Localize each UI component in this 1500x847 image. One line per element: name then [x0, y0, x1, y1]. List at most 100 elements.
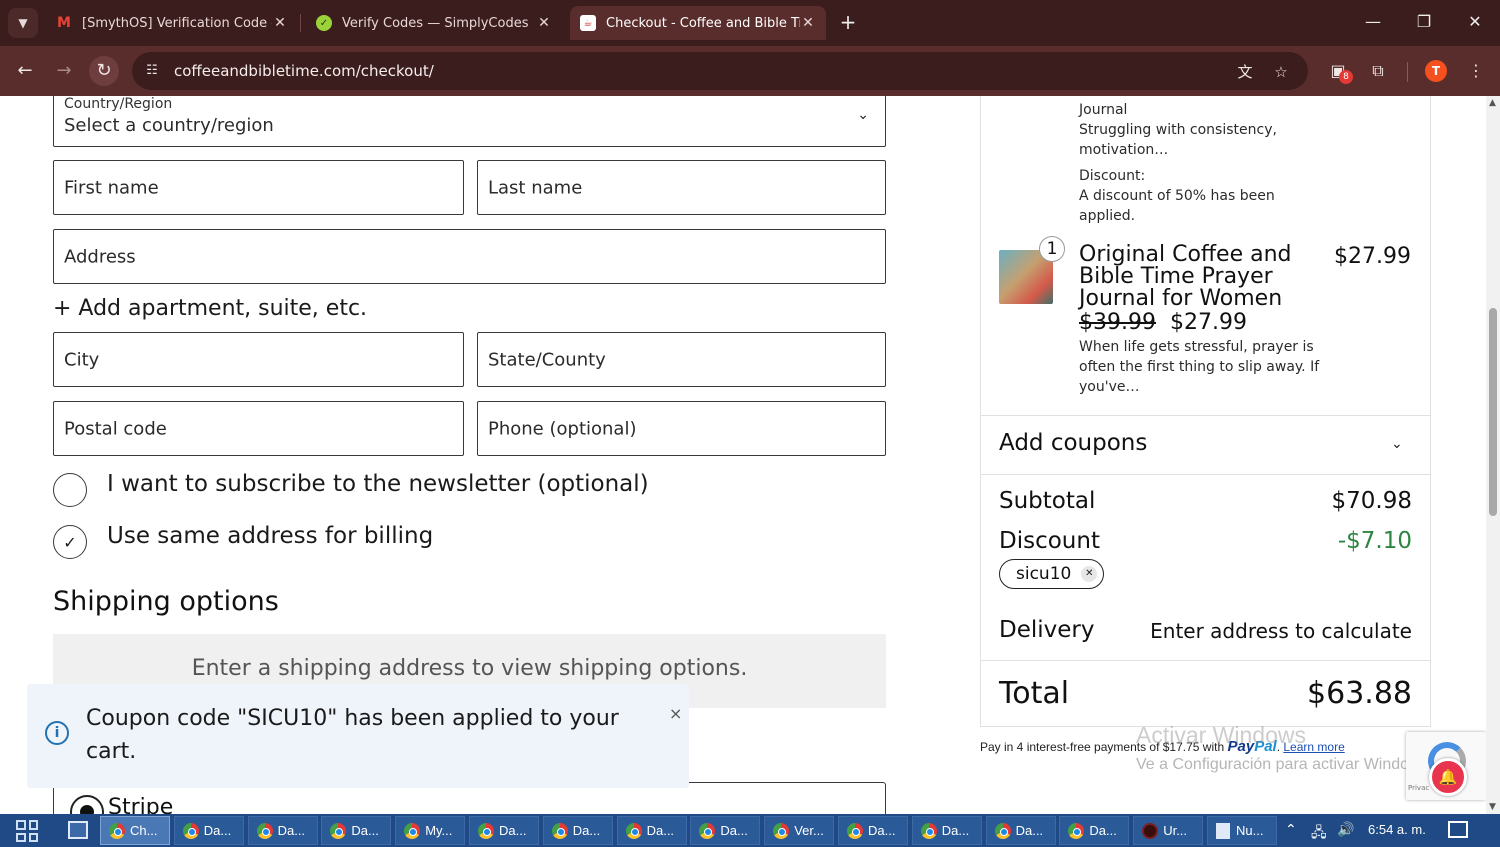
- taskbar-button[interactable]: Da...: [911, 816, 982, 845]
- action-center-icon[interactable]: [1448, 821, 1468, 838]
- extensions-button[interactable]: ⧉: [1365, 58, 1391, 84]
- star-icon[interactable]: ☆: [1270, 61, 1292, 83]
- taskbar-button[interactable]: Ur...: [1133, 816, 1204, 845]
- menu-button[interactable]: ⋮: [1463, 58, 1489, 84]
- browser-tab-bar: ▼ M [SmythOS] Verification Code - t ✕ ✓ …: [0, 0, 1500, 46]
- city-input[interactable]: City: [53, 332, 464, 387]
- order-summary: Journal Struggling with consistency, mot…: [980, 96, 1431, 727]
- site-info-icon[interactable]: ☷: [142, 61, 162, 81]
- first-name-placeholder: First name: [64, 177, 159, 198]
- close-window-button[interactable]: ✕: [1460, 10, 1490, 34]
- reload-icon: ↻: [96, 60, 112, 81]
- chevron-up-icon[interactable]: ⌃: [1285, 822, 1297, 838]
- newsletter-label[interactable]: I want to subscribe to the newsletter (o…: [107, 471, 649, 497]
- state-placeholder: State/County: [488, 349, 606, 370]
- tab-smythos-gmail[interactable]: M [SmythOS] Verification Code - t ✕: [46, 6, 298, 40]
- browser-toolbar: ← → ↻ ☷ coffeeandbibletime.com/checkout/…: [0, 46, 1500, 96]
- chrome-icon: [847, 822, 863, 839]
- reload-button[interactable]: ↻: [89, 56, 119, 86]
- address-bar[interactable]: ☷ coffeeandbibletime.com/checkout/ 文 ☆: [132, 52, 1308, 90]
- address-input[interactable]: Address: [53, 229, 886, 284]
- taskbar-button[interactable]: Da...: [838, 816, 908, 845]
- postal-code-input[interactable]: Postal code: [53, 401, 464, 456]
- windows-taskbar: Ch... Da... Da... Da... My... Da... Da... Da...…: [0, 814, 1500, 847]
- url-text[interactable]: coffeeandbibletime.com/checkout/: [174, 62, 434, 80]
- add-coupons-toggle[interactable]: Add coupons: [999, 430, 1147, 456]
- taskbar-button[interactable]: Ver...: [764, 816, 835, 845]
- back-button[interactable]: ←: [10, 56, 40, 86]
- phone-input[interactable]: Phone (optional): [477, 401, 886, 456]
- chevron-down-icon[interactable]: ⌄: [1391, 436, 1403, 452]
- windows-start-icon[interactable]: [16, 820, 38, 842]
- taskbar-button-label: Ch...: [130, 823, 158, 838]
- translate-icon[interactable]: 文: [1234, 61, 1256, 83]
- scroll-down-icon[interactable]: ▼: [1489, 802, 1496, 812]
- chrome-icon: [256, 822, 273, 839]
- profile-avatar[interactable]: T: [1425, 60, 1447, 82]
- close-icon[interactable]: ✕: [800, 15, 816, 31]
- first-name-input[interactable]: First name: [53, 160, 464, 215]
- volume-icon[interactable]: 🔊: [1337, 822, 1354, 838]
- address-placeholder: Address: [64, 246, 136, 267]
- taskbar-button[interactable]: Da...: [469, 816, 539, 845]
- newsletter-checkbox[interactable]: [53, 473, 87, 507]
- recaptcha-privacy-text[interactable]: Privac: [1408, 784, 1429, 792]
- minimize-button[interactable]: —: [1358, 10, 1388, 34]
- taskbar-button[interactable]: Da...: [690, 816, 761, 845]
- taskbar-button-label: Nu...: [1236, 823, 1264, 838]
- country-value: Select a country/region: [64, 115, 274, 136]
- taskbar-button-label: Da...: [1015, 823, 1044, 838]
- tab-simplycodes[interactable]: ✓ Verify Codes — SimplyCodes ✕: [306, 6, 562, 40]
- total-label: Total: [999, 676, 1070, 711]
- taskbar-button[interactable]: Da...: [1059, 816, 1130, 845]
- scroll-up-icon[interactable]: ▲: [1489, 98, 1496, 108]
- new-tab-button[interactable]: +: [836, 10, 860, 34]
- taskbar-button[interactable]: Da...: [173, 816, 244, 845]
- notification-bell-icon[interactable]: 🔔: [1429, 758, 1467, 796]
- discount-value: -$7.10: [1337, 528, 1412, 554]
- taskbar-button[interactable]: My...: [395, 816, 466, 845]
- divider: [981, 415, 1430, 416]
- taskbar-button[interactable]: Da...: [985, 816, 1056, 845]
- taskbar-button-label: Da...: [646, 823, 675, 838]
- tab-search-button[interactable]: ▼: [8, 8, 38, 38]
- taskbar-button[interactable]: Ch...: [100, 816, 170, 845]
- coffee-bible-icon: ☕: [580, 15, 596, 31]
- taskbar-button[interactable]: Da...: [321, 816, 392, 845]
- page-scrollbar[interactable]: ▲ ▼: [1486, 96, 1500, 814]
- billing-checkbox[interactable]: ✓: [53, 525, 87, 559]
- subtotal-value: $70.98: [1331, 488, 1412, 514]
- taskbar-button[interactable]: Da...: [247, 816, 318, 845]
- taskbar-button[interactable]: Da...: [616, 816, 687, 845]
- state-input[interactable]: State/County: [477, 332, 886, 387]
- extension-simplycodes-button[interactable]: ▣ 8: [1325, 58, 1353, 84]
- forward-button[interactable]: →: [49, 56, 79, 86]
- scroll-thumb[interactable]: [1489, 308, 1497, 516]
- city-placeholder: City: [64, 349, 100, 370]
- chrome-icon: [994, 822, 1011, 839]
- discount-meta-value: A discount of 50% has been applied.: [1079, 188, 1275, 224]
- tab-checkout[interactable]: ☕ Checkout - Coffee and Bible Tim ✕: [570, 6, 826, 40]
- chrome-icon: [773, 822, 790, 839]
- arrow-left-icon: ←: [17, 60, 33, 81]
- restore-button[interactable]: ❐: [1409, 10, 1439, 34]
- taskbar-button-label: Da...: [499, 823, 527, 838]
- taskbar-button[interactable]: Nu...: [1207, 816, 1277, 845]
- last-name-input[interactable]: Last name: [477, 160, 886, 215]
- add-apartment-link[interactable]: + Add apartment, suite, etc.: [53, 296, 367, 321]
- taskbar-button[interactable]: Da...: [542, 816, 613, 845]
- network-icon[interactable]: 🖧: [1311, 822, 1327, 846]
- close-icon[interactable]: ✕: [272, 15, 288, 31]
- coupon-applied-notice: i Coupon code "SICU10" has been applied …: [27, 684, 689, 788]
- remove-coupon-icon[interactable]: ✕: [1081, 566, 1098, 582]
- notice-close-button[interactable]: ×: [669, 704, 682, 723]
- billing-label[interactable]: Use same address for billing: [107, 523, 433, 549]
- stripe-radio[interactable]: [70, 795, 104, 814]
- clock[interactable]: 6:54 a. m.: [1368, 822, 1426, 837]
- phone-placeholder: Phone (optional): [488, 418, 637, 439]
- task-view-icon[interactable]: [68, 821, 88, 839]
- chevron-down-icon: ⌄: [857, 107, 869, 123]
- country-select[interactable]: Country/Region Select a country/region ⌄: [53, 96, 886, 147]
- close-icon[interactable]: ✕: [536, 15, 552, 31]
- taskbar-button-label: Da...: [203, 823, 232, 838]
